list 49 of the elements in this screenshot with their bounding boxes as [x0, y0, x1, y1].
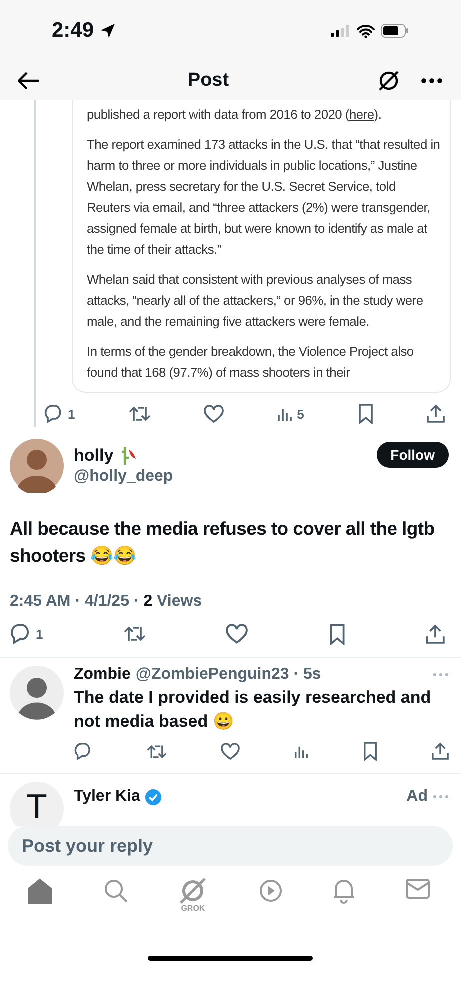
repost-icon[interactable] — [147, 742, 167, 760]
share-icon[interactable] — [432, 742, 449, 761]
ad-label: Ad — [406, 788, 428, 806]
reply-author-handle[interactable]: @ZombiePenguin23 · 5s — [136, 666, 322, 684]
back-arrow-icon[interactable] — [18, 72, 40, 90]
advertiser-name[interactable]: Tyler Kia — [74, 788, 140, 806]
signal-icon — [331, 25, 351, 37]
article-paragraph: The report examined 173 attacks in the U.S. that “that resulted in harm to three or more individuals in public locations,” Justine Whelan, press secretary for the U.S. Secret Service, told Reuters via email, and “three attackers (2%) were transgender, assigned female at birth, but were known to identify as male at the time of their attacks.” — [87, 136, 442, 259]
avatar-silhouette[interactable] — [10, 666, 64, 720]
heart-icon[interactable] — [204, 404, 224, 424]
heart-icon[interactable] — [226, 624, 248, 644]
more-icon[interactable] — [421, 78, 443, 84]
speech-bubble-icon[interactable] — [74, 742, 93, 761]
battery-icon — [381, 24, 409, 38]
follow-button[interactable]: Follow — [376, 442, 449, 468]
author-handle[interactable]: @holly_deep — [74, 468, 367, 486]
bar-chart-icon[interactable] — [294, 744, 309, 759]
avatar-letter[interactable]: T — [10, 782, 64, 826]
bar-chart-icon[interactable] — [277, 406, 294, 422]
plant-icon — [120, 446, 138, 466]
article-link[interactable]: here — [349, 107, 374, 122]
avatar-silhouette[interactable] — [10, 439, 64, 493]
page-title: Post — [186, 70, 230, 92]
post-timestamp: 2:45 AM · 4/1/25 · 2 Views — [10, 593, 204, 611]
speech-bubble-icon[interactable] — [44, 404, 64, 424]
bookmark-icon[interactable] — [328, 624, 346, 644]
wifi-icon — [357, 24, 375, 38]
heart-icon[interactable] — [221, 742, 240, 760]
bookmark-icon[interactable] — [358, 404, 374, 424]
reply-field[interactable]: Post your reply — [8, 826, 453, 866]
reply-text: The date I provided is easily researched and not media based 😀 — [74, 687, 432, 733]
post-text: All because the media refuses to cover all the lgtb shooters 😂😂 — [10, 517, 436, 568]
author-name[interactable]: holly — [74, 446, 114, 466]
action-count: 1 — [36, 626, 44, 642]
speech-bubble-icon[interactable] — [10, 623, 32, 645]
repost-icon[interactable] — [128, 404, 151, 424]
location-arrow-icon — [100, 23, 116, 39]
reply-author-name[interactable]: Zombie — [74, 666, 131, 684]
action-count: 5 — [297, 406, 304, 422]
repost-icon[interactable] — [124, 624, 146, 644]
article-paragraph: In terms of the gender breakdown, the Violence Project also found that 168 (97.7%) of mass shooters in their — [87, 343, 415, 382]
article-paragraph: Whelan said that consistent with previous analyses of mass attacks, “nearly all of the attackers,” or 96%, in the study were male, and the remaining five attackers were female. — [87, 271, 424, 331]
action-count: 1 — [68, 406, 76, 422]
share-icon[interactable] — [426, 624, 445, 644]
bookmark-icon[interactable] — [363, 742, 378, 761]
share-icon[interactable] — [426, 404, 445, 424]
clock-time: 2:49 — [52, 19, 94, 43]
slashed-circle-icon[interactable] — [377, 69, 401, 93]
article-paragraph: published a report with data from 2016 to 2020 (here). — [87, 106, 383, 124]
